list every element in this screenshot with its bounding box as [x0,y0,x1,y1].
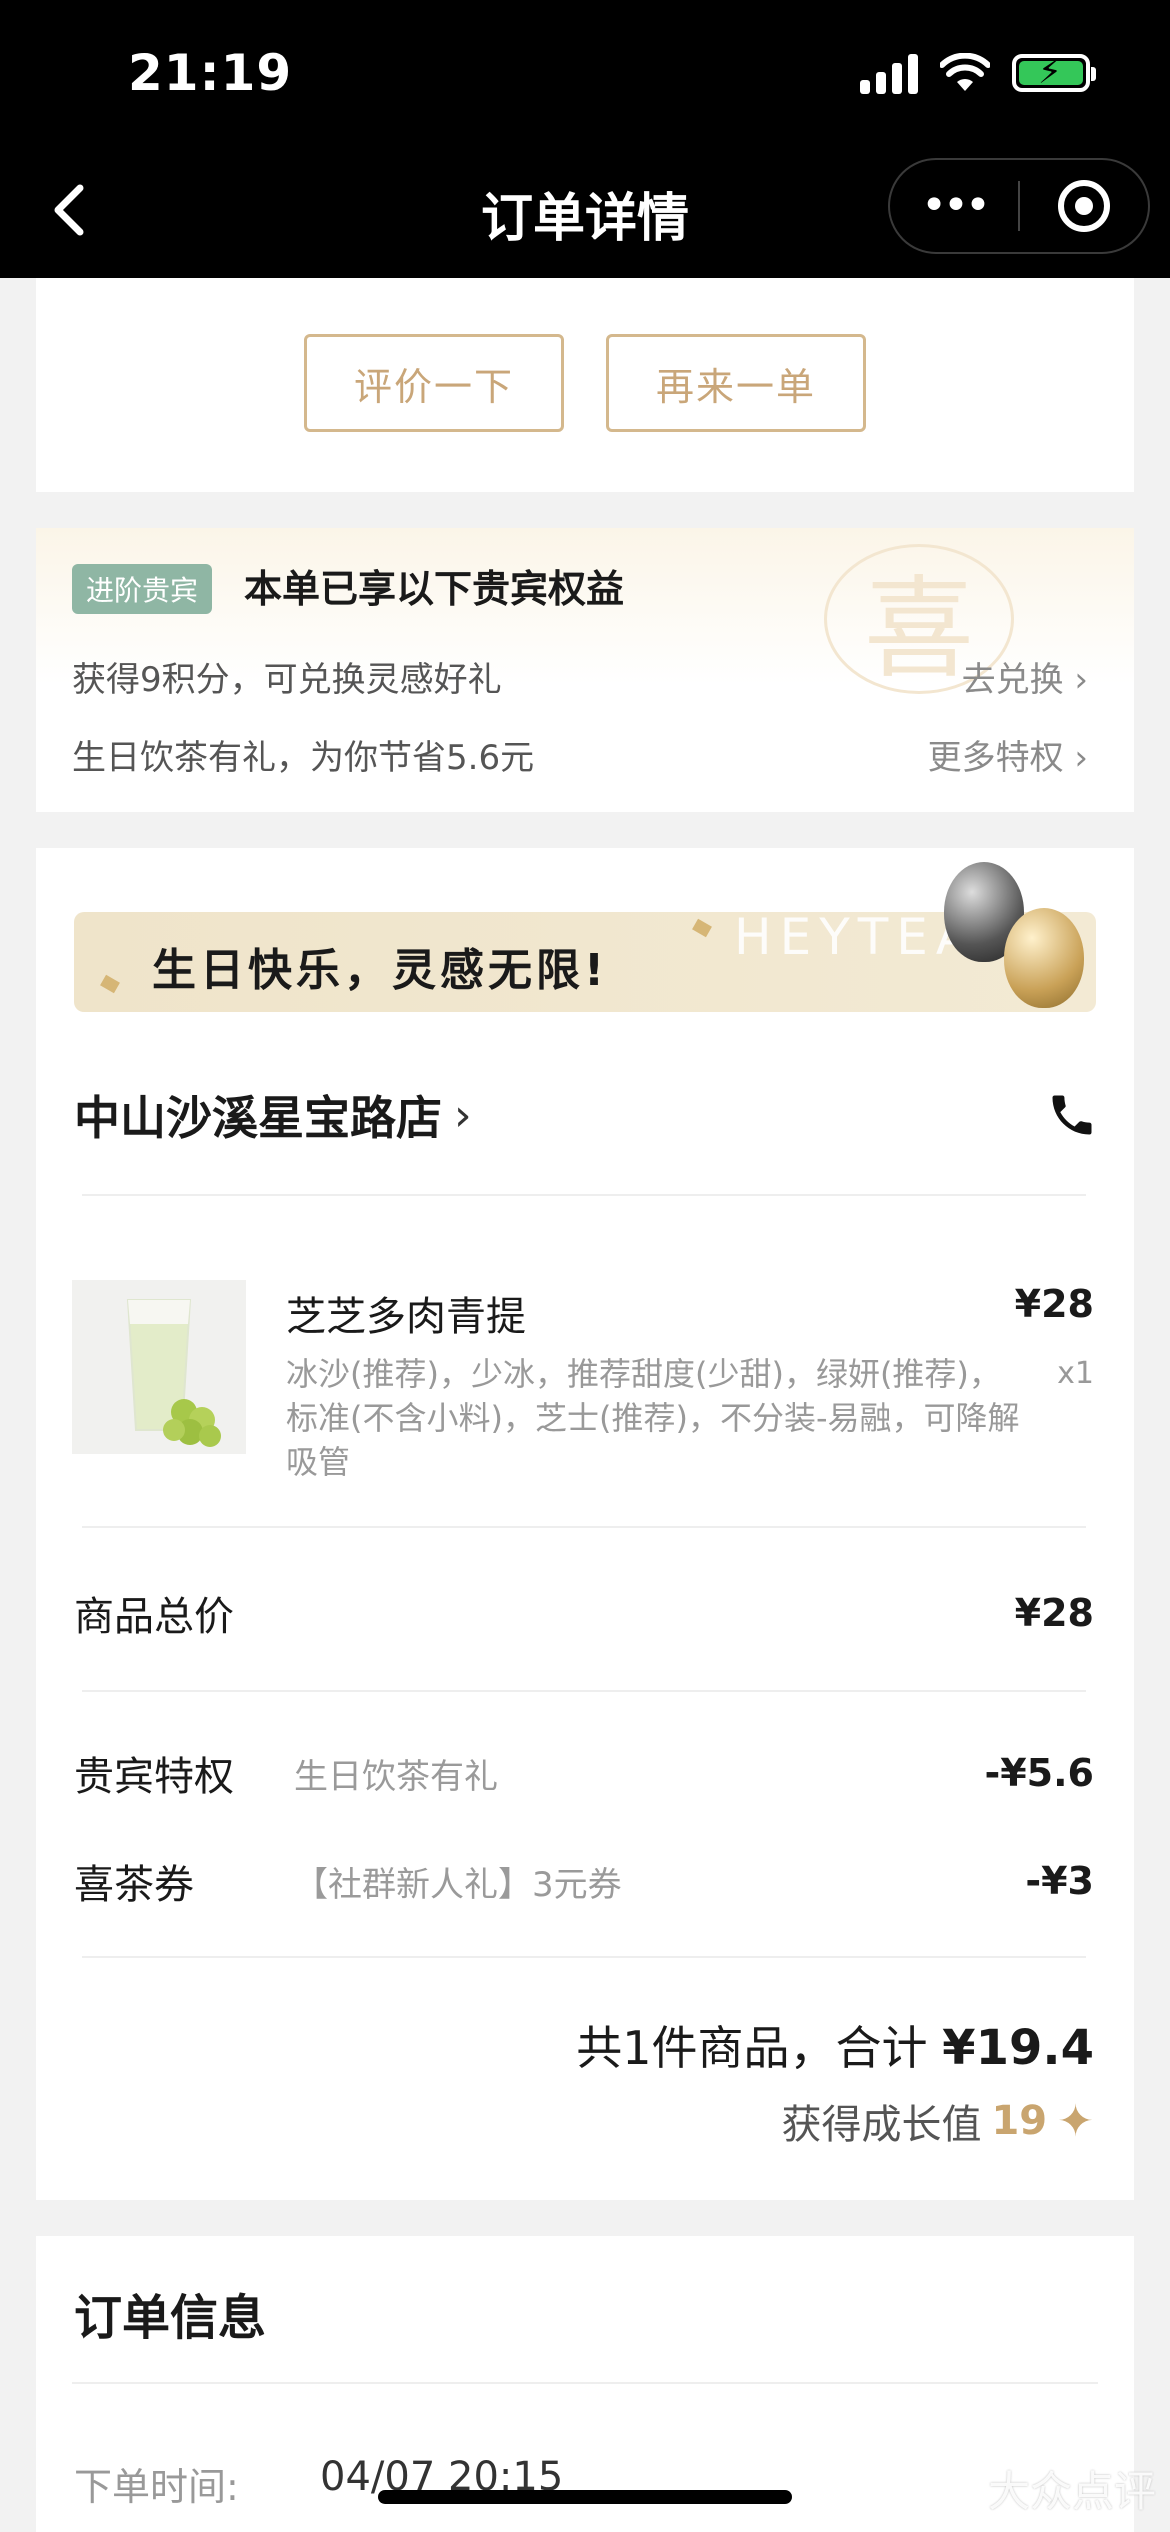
order-info-title: 订单信息 [74,2290,267,2346]
mini-program-capsule: ••• [888,158,1150,254]
more-perks-link[interactable]: 更多特权 › [928,730,1088,779]
battery-icon: ⚡ [1012,52,1096,92]
order-total: 共1件商品，合计 ¥19.4 [576,2012,1094,2078]
line-value: -¥5.6 [984,1751,1094,1795]
line-label: 喜茶券 [74,1862,194,1908]
phone-icon[interactable] [1046,1089,1098,1141]
total-prefix: 共1件商品，合计 [576,2021,943,2075]
product-name: 芝芝多肉青提 [286,1294,526,1340]
perk-row-birthday: 生日饮茶有礼，为你节省5.6元 更多特权 › [72,730,1088,779]
line-label: 贵宾特权 [74,1754,234,1800]
home-indicator[interactable] [378,2490,792,2504]
line-value: ¥28 [1014,1591,1094,1635]
perk-text: 生日饮茶有礼，为你节省5.6元 [72,738,535,778]
dianping-watermark: 大众点评 [987,2467,1156,2516]
vip-perks-title: 本单已享以下贵宾权益 [244,567,625,611]
divider [82,1194,1086,1196]
balloon-decoration [1004,908,1084,1008]
reorder-button[interactable]: 再来一单 [606,334,866,432]
wifi-icon [940,53,990,91]
growth-value: 19 [991,2098,1048,2144]
product-price: ¥28 [1014,1282,1094,1326]
coupon-row: 喜茶券 【社群新人礼】3元券 -¥3 [74,1852,1094,1910]
status-icons: ⚡ [860,52,1096,94]
line-sub: 生日饮茶有礼 [294,1756,498,1797]
order-detail-card: 生日快乐，灵感无限! HEYTEA 中山沙溪星宝路店 › 芝芝多肉青提 ¥28 … [36,848,1134,2200]
store-name: 中山沙溪星宝路店 [74,1091,442,1145]
line-sub: 【社群新人礼】3元券 [294,1864,622,1905]
actions-card: 评价一下 再来一单 [36,278,1134,492]
target-icon [1057,180,1110,232]
review-button[interactable]: 评价一下 [304,334,564,432]
top-bar: 21:19 ⚡ 订单详情 ••• [0,0,1170,278]
divider [82,1956,1086,1958]
vip-discount-row: 贵宾特权 生日饮茶有礼 -¥5.6 [74,1744,1094,1802]
subtotal-row: 商品总价 ¥28 [74,1584,1094,1642]
product-options: 冰沙(推荐)，少冰，推荐甜度(少甜)，绿妍(推荐)，标准(不含小料)，芝士(推荐… [286,1355,1020,1481]
perk-text: 获得9积分，可兑换灵感好礼 [72,660,502,700]
birthday-banner: 生日快乐，灵感无限! HEYTEA [74,912,1096,1012]
close-mini-program-button[interactable] [1020,180,1148,232]
birthday-banner-text: 生日快乐，灵感无限! [152,945,609,996]
chevron-right-icon: › [454,1089,472,1141]
divider [82,1526,1086,1528]
line-value: -¥3 [1025,1859,1094,1903]
divider [72,2382,1098,2384]
confetti-decoration [692,918,712,938]
product-quantity: x1 [1057,1356,1094,1391]
growth-label: 获得成长值 [781,2102,982,2148]
divider [82,1690,1086,1692]
product-image [72,1280,246,1454]
vip-perks-card: 喜 进阶贵宾 本单已享以下贵宾权益 获得9积分，可兑换灵感好礼 去兑换 › 生日… [36,528,1134,812]
sparkle-icon: ✦ [1057,2095,1094,2147]
redeem-link[interactable]: 去兑换 › [962,652,1088,701]
status-time: 21:19 [128,44,293,102]
store-row[interactable]: 中山沙溪星宝路店 › [74,1080,1098,1150]
confetti-decoration [100,974,120,994]
order-info-card: 订单信息 下单时间: 04/07 20:15 [36,2236,1134,2532]
order-time-label: 下单时间: [74,2465,239,2509]
vip-level-badge: 进阶贵宾 [72,564,213,614]
more-menu-icon[interactable]: ••• [890,184,1018,228]
perk-row-points: 获得9积分，可兑换灵感好礼 去兑换 › [72,652,1088,701]
cellular-signal-icon [860,52,918,94]
growth-value-row: 获得成长值 19 ✦ [781,2092,1094,2150]
line-label: 商品总价 [74,1594,234,1640]
birthday-banner-english: HEYTEA [734,908,979,966]
total-amount: ¥19.4 [942,2020,1094,2076]
